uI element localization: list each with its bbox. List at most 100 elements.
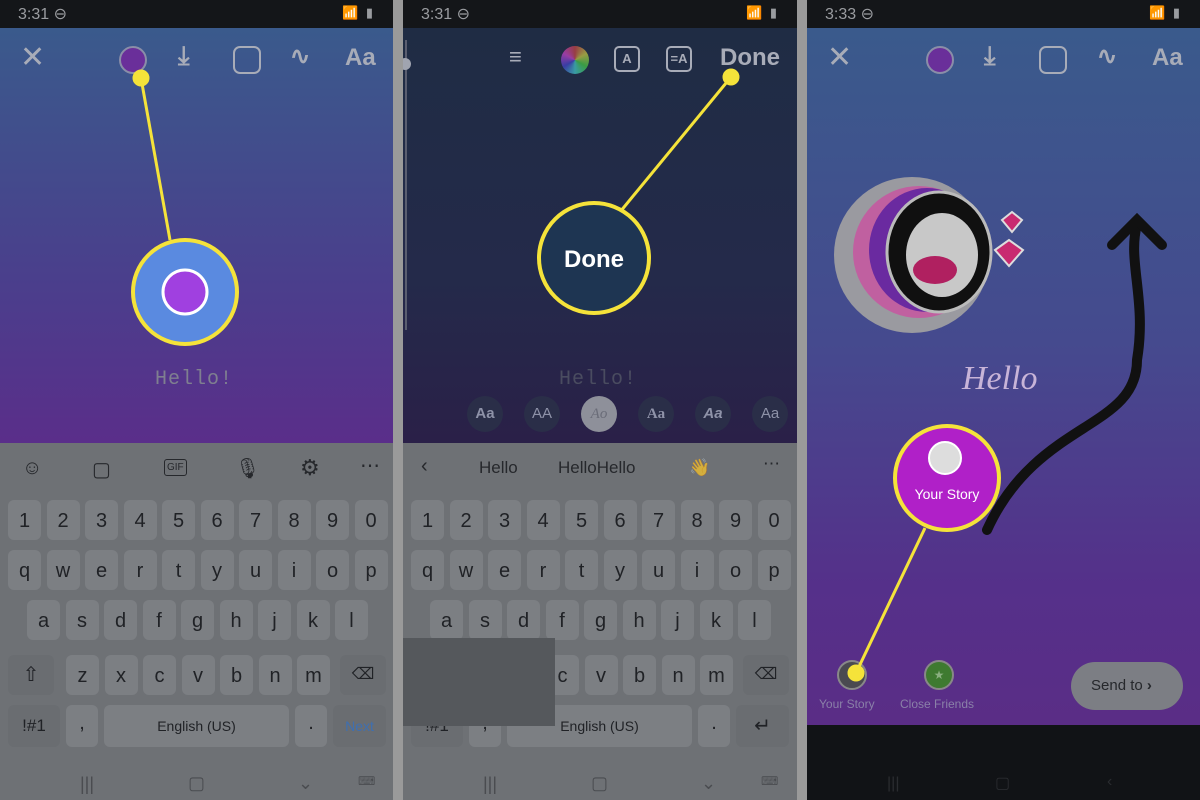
key-t[interactable]: t — [565, 550, 598, 590]
key-p[interactable]: p — [354, 550, 388, 590]
key-b[interactable]: b — [623, 655, 656, 695]
key-e[interactable]: e — [488, 550, 521, 590]
key-g[interactable]: g — [181, 600, 214, 640]
space-key[interactable]: English (US) — [104, 705, 289, 747]
key-3[interactable]: 3 — [85, 500, 118, 540]
more-icon[interactable]: ⋯ — [360, 453, 380, 478]
hide-keyboard-icon[interactable]: ⌄ — [298, 773, 313, 794]
key-d[interactable]: d — [507, 600, 540, 640]
hide-keyboard-icon[interactable]: ⌄ — [701, 773, 716, 794]
sticker-icon[interactable] — [233, 46, 261, 74]
key-u[interactable]: u — [239, 550, 272, 590]
key-s[interactable]: s — [65, 600, 99, 640]
emoji-icon[interactable]: ☺ — [22, 457, 42, 480]
key-h[interactable]: h — [622, 600, 656, 640]
key-z[interactable]: z — [66, 655, 99, 695]
close-icon[interactable]: ✕ — [20, 40, 45, 75]
key-1[interactable]: 1 — [411, 500, 444, 540]
key-c[interactable]: c — [143, 655, 176, 695]
key-q[interactable]: q — [8, 550, 41, 590]
key-r[interactable]: r — [526, 550, 560, 590]
key-u[interactable]: u — [642, 550, 675, 590]
key-4[interactable]: 4 — [526, 500, 560, 540]
text-tool-button[interactable]: Aa — [345, 44, 376, 72]
key-9[interactable]: 9 — [316, 500, 349, 540]
suggestion[interactable]: Hello — [479, 458, 518, 478]
font-strong[interactable]: Aa — [695, 396, 731, 432]
key-7[interactable]: 7 — [642, 500, 675, 540]
key-8[interactable]: 8 — [277, 500, 311, 540]
shift-key[interactable]: ⇧ — [8, 655, 54, 695]
period-key[interactable]: . — [295, 705, 327, 747]
key-g[interactable]: g — [584, 600, 617, 640]
key-1[interactable]: 1 — [8, 500, 41, 540]
font-neon[interactable]: Aa — [752, 396, 788, 432]
key-2[interactable]: 2 — [46, 500, 80, 540]
font-modern[interactable]: AA — [524, 396, 560, 432]
period-key[interactable]: . — [698, 705, 730, 747]
recents-icon[interactable]: ||| — [80, 774, 94, 795]
suggestion[interactable]: HelloHello — [558, 458, 635, 478]
your-story-label[interactable]: Your Story — [819, 697, 875, 711]
key-v[interactable]: v — [584, 655, 618, 695]
gif-button[interactable]: GIF — [164, 459, 187, 476]
key-o[interactable]: o — [719, 550, 752, 590]
mic-icon[interactable]: 🎙 — [235, 456, 260, 481]
key-j[interactable]: j — [661, 600, 694, 640]
key-e[interactable]: e — [85, 550, 118, 590]
key-f[interactable]: f — [142, 600, 176, 640]
key-a[interactable]: a — [430, 600, 463, 640]
home-icon[interactable]: ▢ — [188, 773, 205, 794]
send-to-button[interactable]: Send to › — [1071, 662, 1183, 710]
home-icon[interactable]: ▢ — [995, 773, 1010, 793]
story-text[interactable]: Hello! — [155, 368, 233, 391]
key-w[interactable]: w — [449, 550, 483, 590]
color-wheel-icon[interactable] — [561, 46, 589, 74]
key-3[interactable]: 3 — [488, 500, 521, 540]
size-slider[interactable] — [403, 40, 411, 330]
back-icon[interactable]: ‹ — [1107, 773, 1112, 791]
download-icon[interactable]: ⤓ — [178, 40, 190, 72]
key-x[interactable]: x — [104, 655, 138, 695]
key-v[interactable]: v — [181, 655, 215, 695]
close-friends-star-icon[interactable]: ★ — [924, 660, 954, 690]
sticker-icon[interactable]: ▢ — [92, 457, 111, 482]
key-y[interactable]: y — [603, 550, 637, 590]
key-9[interactable]: 9 — [719, 500, 752, 540]
key-4[interactable]: 4 — [123, 500, 157, 540]
key-l[interactable]: l — [738, 600, 771, 640]
key-7[interactable]: 7 — [239, 500, 272, 540]
key-r[interactable]: r — [123, 550, 157, 590]
draw-icon[interactable]: ∿ — [290, 42, 310, 71]
back-icon[interactable]: ‹ — [421, 455, 428, 478]
text-style-icon[interactable]: =A — [666, 46, 692, 72]
font-typewriter[interactable]: Aa — [638, 396, 674, 432]
key-q[interactable]: q — [411, 550, 444, 590]
story-text[interactable]: Hello! — [559, 368, 637, 391]
recents-icon[interactable]: ||| — [483, 774, 497, 795]
key-0[interactable]: 0 — [354, 500, 388, 540]
key-5[interactable]: 5 — [565, 500, 598, 540]
font-classic[interactable]: Aa — [467, 396, 503, 432]
suggestion-emoji[interactable]: 👋 — [689, 458, 710, 478]
more-icon[interactable]: ⋯ — [763, 454, 780, 474]
key-m[interactable]: m — [700, 655, 733, 695]
comma-key[interactable]: , — [66, 705, 98, 747]
backspace-key[interactable]: ⌫ — [743, 655, 789, 695]
key-k[interactable]: k — [296, 600, 330, 640]
key-k[interactable]: k — [699, 600, 733, 640]
key-j[interactable]: j — [258, 600, 291, 640]
key-5[interactable]: 5 — [162, 500, 195, 540]
drawn-arrow[interactable] — [807, 0, 1200, 700]
key-a[interactable]: a — [27, 600, 60, 640]
keyboard-icon[interactable]: ⌨ — [761, 774, 778, 788]
key-6[interactable]: 6 — [200, 500, 234, 540]
symbols-key[interactable]: !#1 — [8, 705, 60, 747]
key-s[interactable]: s — [468, 600, 502, 640]
key-6[interactable]: 6 — [603, 500, 637, 540]
key-8[interactable]: 8 — [680, 500, 714, 540]
backspace-key[interactable]: ⌫ — [340, 655, 386, 695]
font-script-selected[interactable]: Ao — [581, 396, 617, 432]
key-b[interactable]: b — [220, 655, 253, 695]
key-f[interactable]: f — [545, 600, 579, 640]
